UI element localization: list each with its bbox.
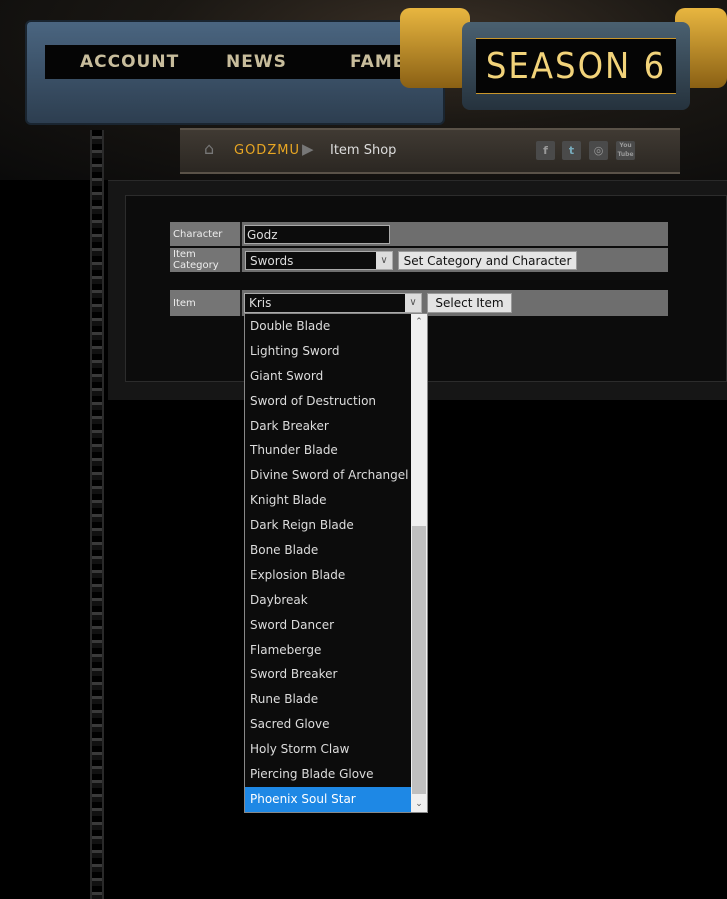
category-value: Swords <box>250 254 294 268</box>
item-value: Kris <box>249 296 272 310</box>
dropdown-option[interactable]: Rune Blade <box>245 687 411 712</box>
dropdown-option[interactable]: Double Blade <box>245 314 411 339</box>
nav-account[interactable]: ACCOUNT <box>80 52 179 72</box>
dropdown-option[interactable]: Sword Breaker <box>245 662 411 687</box>
breadcrumb-current: Item Shop <box>330 143 397 158</box>
twitter-icon[interactable]: t <box>562 141 581 160</box>
character-label: Character <box>170 222 242 246</box>
facebook-icon[interactable]: f <box>536 141 555 160</box>
youtube-icon[interactable]: You Tube <box>616 141 635 160</box>
category-select[interactable]: Swords ∨ <box>245 251 393 270</box>
dropdown-option[interactable]: Holy Storm Claw <box>245 737 411 762</box>
home-icon[interactable]: ⌂ <box>204 139 214 158</box>
dropdown-option[interactable]: Divine Sword of Archangel <box>245 463 411 488</box>
scrollbar-thumb[interactable] <box>412 526 426 794</box>
dropdown-option[interactable]: Phoenix Soul Star <box>245 786 411 812</box>
dropdown-option[interactable]: Lighting Sword <box>245 339 411 364</box>
dropdown-option[interactable]: Flameberge <box>245 638 411 663</box>
instagram-icon[interactable]: ◎ <box>589 141 608 160</box>
scrollbar[interactable]: ⌃ ⌄ <box>411 314 427 812</box>
scroll-down-icon[interactable]: ⌄ <box>411 796 427 812</box>
nav-news[interactable]: NEWS <box>226 52 287 72</box>
chain-decoration <box>90 130 104 899</box>
dropdown-option[interactable]: Thunder Blade <box>245 438 411 463</box>
set-category-button[interactable]: Set Category and Character <box>398 251 577 270</box>
dropdown-option[interactable]: Sword of Destruction <box>245 389 411 414</box>
character-input[interactable] <box>244 225 390 244</box>
chevron-down-icon: ∨ <box>405 294 421 312</box>
dropdown-option[interactable]: Explosion Blade <box>245 563 411 588</box>
logo-text: SEASON 6 <box>476 38 676 94</box>
item-dropdown-list[interactable]: Double Blade Lighting Sword Giant Sword Swo… <box>244 313 428 813</box>
gold-ornament <box>400 8 470 88</box>
dropdown-option[interactable]: Sword Dancer <box>245 613 411 638</box>
scroll-up-icon[interactable]: ⌃ <box>411 314 427 330</box>
dropdown-option[interactable]: Piercing Blade Glove <box>245 762 411 787</box>
chevron-down-icon: ∨ <box>376 252 392 269</box>
dropdown-option[interactable]: Giant Sword <box>245 364 411 389</box>
category-label: Item Category <box>170 248 242 272</box>
dropdown-option[interactable]: Daybreak <box>245 588 411 613</box>
dropdown-option[interactable]: Dark Breaker <box>245 414 411 439</box>
breadcrumb-home[interactable]: GODZMU <box>234 143 300 158</box>
logo: SEASON 6 <box>462 22 690 110</box>
arrow-right-icon: ▶ <box>302 140 314 158</box>
dropdown-option[interactable]: Bone Blade <box>245 538 411 563</box>
dropdown-option[interactable]: Dark Reign Blade <box>245 513 411 538</box>
nav-fame[interactable]: FAME <box>350 52 405 72</box>
item-label: Item <box>170 290 242 316</box>
dropdown-option[interactable]: Sacred Glove <box>245 712 411 737</box>
select-item-button[interactable]: Select Item <box>427 293 512 313</box>
dropdown-option[interactable]: Knight Blade <box>245 488 411 513</box>
item-select[interactable]: Kris ∨ <box>244 293 422 313</box>
